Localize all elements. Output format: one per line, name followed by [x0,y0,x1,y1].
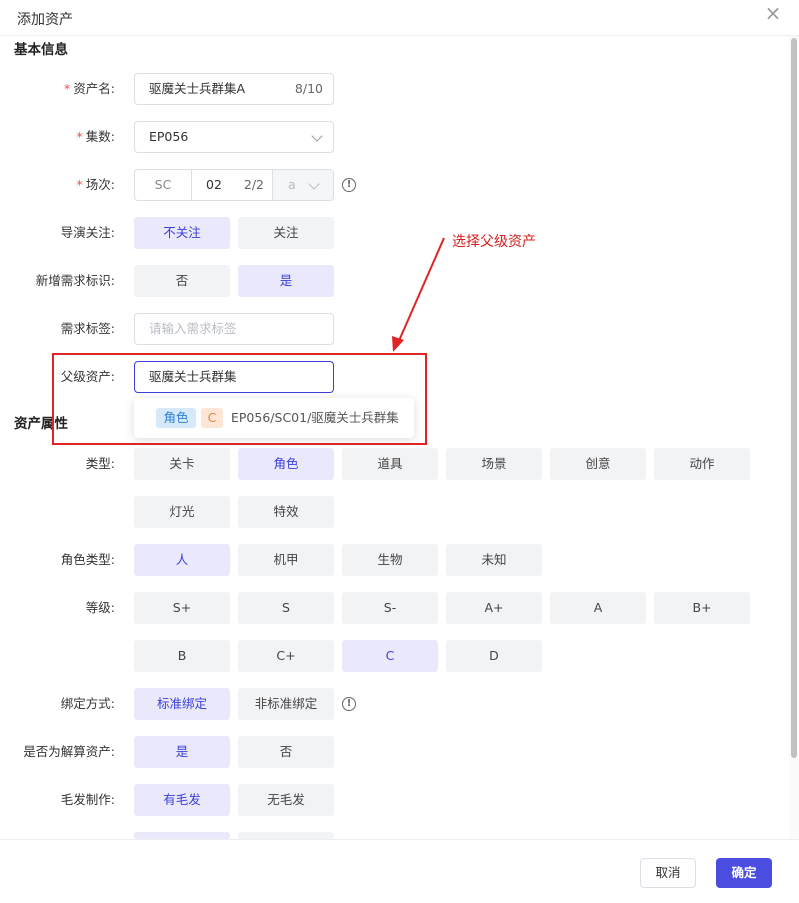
level-option-b[interactable]: B [134,640,230,672]
level-option-d[interactable]: D [446,640,542,672]
option-focus[interactable]: 关注 [238,217,334,249]
hair-no[interactable]: 无毛发 [238,784,334,816]
option-no[interactable]: 否 [134,265,230,297]
scene-count: 2/2 [243,177,264,192]
asset-name-input[interactable]: 驱魔关士兵群集A 8/10 [134,73,334,105]
scene-suffix-select[interactable]: a [273,170,333,200]
role-type-human[interactable]: 人 [134,544,230,576]
type-label: 类型: [85,456,115,471]
demand-tag-input[interactable]: 请输入需求标签 [134,313,334,345]
close-icon[interactable]: × [763,3,783,24]
solve-asset-label: 是否为解算资产: [23,744,115,759]
confirm-button[interactable]: 确定 [716,858,772,888]
role-type-mecha[interactable]: 机甲 [238,544,334,576]
level-option-b-plus[interactable]: B+ [654,592,750,624]
director-focus-label: 导演关注: [60,225,115,240]
level-option-c-plus[interactable]: C+ [238,640,334,672]
type-option-light[interactable]: 灯光 [134,496,230,528]
scene-prefix: SC [135,170,192,200]
asset-name-value: 驱魔关士兵群集A [149,81,246,96]
info-icon[interactable]: ! [342,697,356,711]
new-demand-label: 新增需求标识: [35,273,115,288]
role-type-creature[interactable]: 生物 [342,544,438,576]
level-option-c[interactable]: C [342,640,438,672]
role-type-unknown[interactable]: 未知 [446,544,542,576]
scene-label: * 场次: [76,177,115,192]
type-option-role[interactable]: 角色 [238,448,334,480]
section-basic-info: 基本信息 [14,42,68,58]
episode-select[interactable]: EP056 [134,121,334,153]
type-option-action[interactable]: 动作 [654,448,750,480]
type-option-prop[interactable]: 道具 [342,448,438,480]
type-option-level[interactable]: 关卡 [134,448,230,480]
binding-nonstandard[interactable]: 非标准绑定 [238,688,334,720]
annotation-text: 选择父级资产 [452,234,536,250]
info-icon[interactable]: ! [342,178,356,192]
scrollbar-thumb[interactable] [791,38,797,758]
demand-tag-label: 需求标签: [60,321,115,336]
level-option-a-plus[interactable]: A+ [446,592,542,624]
type-option-scene[interactable]: 场景 [446,448,542,480]
solve-no[interactable]: 否 [238,736,334,768]
level-option-a[interactable]: A [550,592,646,624]
scene-number-input[interactable]: 02 2/2 [192,170,273,200]
type-option-creative[interactable]: 创意 [550,448,646,480]
binding-label: 绑定方式: [60,696,115,711]
asset-name-count: 8/10 [294,81,323,96]
episode-value: EP056 [149,129,189,144]
cancel-button[interactable]: 取消 [640,858,696,888]
hair-yes[interactable]: 有毛发 [134,784,230,816]
next-row-option-1[interactable] [134,832,230,839]
chevron-down-icon [311,130,323,142]
demand-tag-placeholder: 请输入需求标签 [149,321,237,336]
annotation-highlight-box [52,353,427,445]
option-not-focus[interactable]: 不关注 [134,217,230,249]
role-type-label: 角色类型: [60,552,115,567]
next-row-option-2[interactable] [238,832,334,839]
scene-number: 02 [206,177,222,192]
level-label: 等级: [85,600,115,615]
solve-yes[interactable]: 是 [134,736,230,768]
episode-label: * 集数: [76,129,115,144]
level-option-s-plus[interactable]: S+ [134,592,230,624]
type-option-vfx[interactable]: 特效 [238,496,334,528]
level-option-s-minus[interactable]: S- [342,592,438,624]
dialog-footer: 取消 确定 [0,839,799,903]
scene-input-group[interactable]: SC 02 2/2 a [134,169,334,201]
dialog-title: 添加资产 [17,12,73,28]
hair-label: 毛发制作: [60,792,115,807]
level-option-s[interactable]: S [238,592,334,624]
binding-standard[interactable]: 标准绑定 [134,688,230,720]
option-yes[interactable]: 是 [238,265,334,297]
scene-suffix: a [288,177,296,192]
dialog-header: 添加资产 × [0,0,799,36]
asset-name-label: * 资产名: [64,81,115,96]
chevron-down-icon [308,178,320,190]
